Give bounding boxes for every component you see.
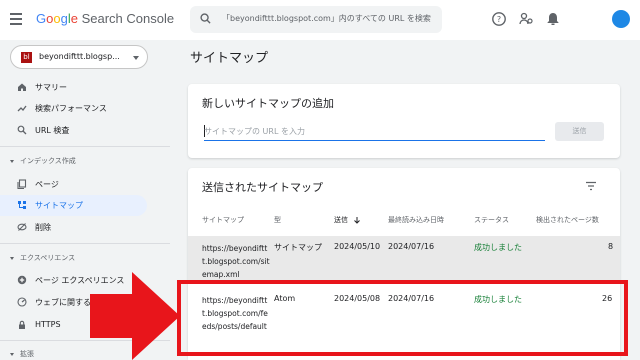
sidebar-item-label: 削除 — [35, 223, 51, 232]
app-name: Search Console — [81, 11, 175, 26]
search-icon — [200, 13, 211, 24]
sitemap-url-placeholder: サイトマップの URL を入力 — [204, 127, 305, 136]
sitemap-url: https://beyondifttt.blogspot.com/sitemap… — [202, 244, 270, 279]
highlight-box — [177, 280, 628, 356]
page-title: サイトマップ — [190, 51, 269, 66]
add-sitemap-title: 新しいサイトマップの追加 — [202, 97, 334, 110]
arrow-down-icon — [354, 217, 361, 224]
sidebar-item-url-inspection[interactable]: URL 検査 — [0, 120, 147, 141]
sitemap-submitted: 2024/05/10 — [334, 242, 381, 251]
trend-icon — [17, 105, 27, 112]
help-icon[interactable]: ? — [491, 11, 507, 27]
avatar[interactable] — [612, 10, 630, 28]
gauge-icon — [17, 297, 27, 307]
bell-icon[interactable] — [545, 11, 561, 27]
users-icon[interactable] — [518, 11, 534, 27]
column-header-submitted[interactable]: 送信 — [334, 215, 361, 225]
search-input[interactable]: 「beyondifttt.blogspot.com」内のすべての URL を検索 — [222, 13, 437, 24]
sidebar-item-label: 検索パフォーマンス — [35, 104, 107, 113]
divider — [0, 243, 170, 244]
scrollbar[interactable] — [630, 40, 640, 360]
sitemap-pages: 8 — [608, 242, 614, 251]
submit-button[interactable]: 送信 — [555, 122, 604, 141]
chevron-down-icon — [10, 159, 14, 163]
sitemap-icon — [18, 201, 26, 209]
sitemap-last-read: 2024/07/16 — [388, 242, 435, 251]
arrow-right-icon — [90, 272, 180, 360]
property-label: beyondifttt.blogsp... — [39, 52, 120, 61]
sidebar-item-label: HTTPS — [35, 320, 61, 329]
column-header-last-read[interactable]: 最終読み込み日時 — [388, 215, 444, 225]
sidebar-item-sitemaps[interactable]: サイトマップ — [0, 195, 147, 216]
sidebar-item-label: サマリー — [35, 83, 67, 92]
column-header-type[interactable]: 型 — [274, 215, 281, 225]
sitemap-url-input[interactable]: サイトマップの URL を入力 — [204, 122, 545, 141]
status-badge: 成功しました — [474, 243, 522, 252]
chevron-down-icon — [10, 352, 14, 356]
sidebar-item-label: サイトマップ — [35, 201, 83, 210]
section-experience[interactable]: エクスペリエンス — [10, 253, 75, 263]
sitemap-type: サイトマップ — [274, 243, 322, 252]
sidebar-item-removals[interactable]: 削除 — [0, 217, 147, 238]
app-header: Google Search Console 「beyondifttt.blogs… — [0, 0, 640, 40]
search-icon — [17, 125, 27, 135]
divider — [0, 146, 170, 147]
add-sitemap-card: 新しいサイトマップの追加 サイトマップの URL を入力 送信 — [188, 84, 620, 158]
home-icon — [18, 83, 26, 91]
lock-icon — [19, 320, 25, 329]
table-row[interactable]: https://beyondifttt.blogspot.com/sitemap… — [188, 236, 620, 284]
column-header-sitemap[interactable]: サイトマップ — [202, 215, 244, 225]
filter-icon[interactable] — [585, 181, 597, 191]
section-indexing[interactable]: インデックス作成 — [10, 156, 76, 166]
sidebar-item-summary[interactable]: サマリー — [0, 77, 147, 98]
remove-icon — [17, 223, 27, 231]
search-bar[interactable]: 「beyondifttt.blogspot.com」内のすべての URL を検索 — [190, 6, 442, 33]
chevron-down-icon — [133, 56, 139, 60]
section-enhancements[interactable]: 拡張 — [10, 349, 34, 359]
column-header-pages[interactable]: 検出されたページ数 — [536, 215, 620, 225]
sidebar-item-performance[interactable]: 検索パフォーマンス — [0, 98, 147, 119]
sidebar-item-pages[interactable]: ページ — [0, 174, 147, 195]
app-logo[interactable]: Google Search Console — [36, 11, 174, 26]
submitted-sitemaps-title: 送信されたサイトマップ — [202, 181, 323, 194]
plus-circle-icon — [17, 275, 27, 285]
property-selector[interactable]: bl beyondifttt.blogsp... — [10, 45, 148, 69]
chevron-down-icon — [10, 256, 14, 260]
sidebar-item-label: ページ — [35, 180, 59, 189]
menu-icon[interactable] — [10, 13, 22, 25]
svg-text:?: ? — [497, 15, 501, 24]
column-header-status[interactable]: ステータス — [474, 215, 509, 225]
pages-icon — [17, 179, 27, 189]
blogger-icon: bl — [21, 52, 32, 63]
sidebar-item-label: URL 検査 — [35, 126, 70, 135]
